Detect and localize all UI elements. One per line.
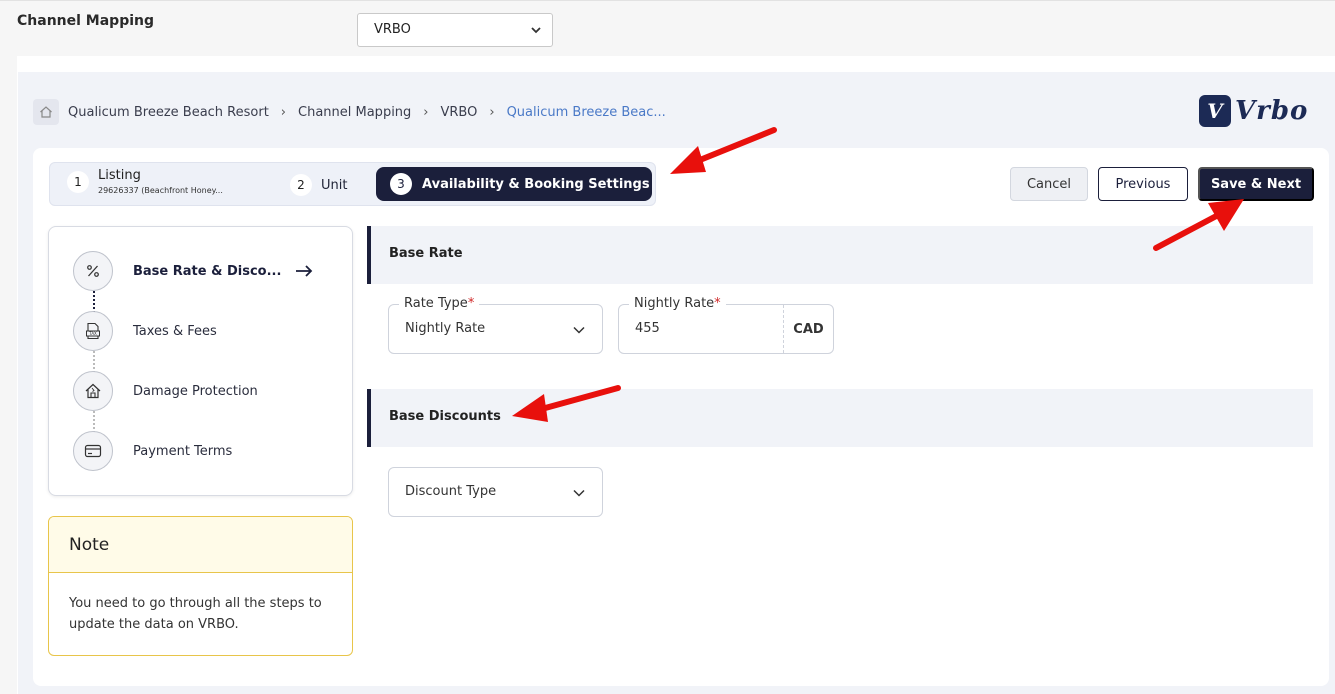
vrbo-logo-mark: V bbox=[1199, 95, 1231, 127]
tax-icon: TAX bbox=[73, 311, 113, 351]
breadcrumb-vrbo[interactable]: VRBO bbox=[441, 105, 478, 120]
step-number: 3 bbox=[390, 173, 412, 195]
step-connector bbox=[93, 411, 95, 433]
annotation-arrow-icon bbox=[1153, 199, 1244, 251]
sidenav-item-label: Taxes & Fees bbox=[133, 323, 217, 339]
cancel-button[interactable]: Cancel bbox=[1010, 167, 1088, 201]
chevron-down-icon bbox=[573, 326, 585, 334]
chevron-down-icon bbox=[573, 489, 585, 497]
rate-type-select[interactable]: Rate Type* Nightly Rate bbox=[388, 296, 603, 354]
step-unit[interactable]: 2 Unit bbox=[290, 174, 347, 196]
step-connector bbox=[93, 291, 95, 313]
step-label: Listing bbox=[98, 168, 141, 183]
breadcrumb: Qualicum Breeze Beach Resort › Channel M… bbox=[33, 98, 666, 126]
percent-icon bbox=[73, 251, 113, 291]
sidenav-item-taxes-fees[interactable]: TAX Taxes & Fees bbox=[73, 311, 217, 351]
breadcrumb-channel-mapping[interactable]: Channel Mapping bbox=[298, 105, 411, 120]
chevron-right-icon: › bbox=[280, 104, 286, 120]
step-connector bbox=[93, 351, 95, 373]
note-title: Note bbox=[49, 517, 352, 573]
discount-type-select[interactable]: Discount Type bbox=[388, 467, 603, 517]
annotation-arrow-icon bbox=[512, 385, 621, 422]
step-listing[interactable]: 1 Listing 29626337 (Beachfront Honey... bbox=[67, 168, 223, 195]
page-title: Channel Mapping bbox=[17, 13, 154, 29]
vrbo-logo: V Vrbo bbox=[1199, 94, 1308, 128]
sidenav-item-base-rate[interactable]: Base Rate & Disco... bbox=[73, 251, 313, 291]
breadcrumb-current: Qualicum Breeze Beac... bbox=[506, 104, 666, 120]
step-label: Unit bbox=[321, 177, 348, 193]
sidenav-item-payment-terms[interactable]: Payment Terms bbox=[73, 431, 232, 471]
channel-select[interactable]: VRBO bbox=[357, 13, 553, 47]
nightly-rate-label: Nightly Rate* bbox=[629, 296, 726, 311]
top-bar: Channel Mapping VRBO bbox=[0, 0, 1335, 56]
home-icon[interactable] bbox=[33, 99, 59, 125]
settings-sidenav: Base Rate & Disco... TAX Taxes & Fees Da… bbox=[48, 226, 353, 496]
vrbo-logo-word: Vrbo bbox=[1235, 96, 1309, 126]
note-box: Note You need to go through all the step… bbox=[48, 516, 353, 656]
step-number: 1 bbox=[67, 170, 89, 193]
breadcrumb-property[interactable]: Qualicum Breeze Beach Resort bbox=[68, 105, 269, 120]
nightly-rate-value: 455 bbox=[635, 321, 660, 336]
channel-select-value: VRBO bbox=[374, 22, 411, 37]
note-text: You need to go through all the steps to … bbox=[69, 596, 322, 632]
currency-suffix: CAD bbox=[783, 305, 833, 353]
arrow-right-icon bbox=[296, 265, 313, 277]
annotation-arrow-icon bbox=[670, 127, 777, 174]
chevron-right-icon: › bbox=[489, 104, 495, 120]
house-icon bbox=[73, 371, 113, 411]
sidenav-item-label: Base Rate & Disco... bbox=[133, 263, 282, 279]
chevron-down-icon bbox=[531, 27, 541, 34]
step-label: Availability & Booking Settings bbox=[422, 176, 650, 192]
rate-type-label: Rate Type* bbox=[399, 296, 480, 311]
stepper: 1 Listing 29626337 (Beachfront Honey... … bbox=[49, 162, 656, 206]
svg-text:TAX: TAX bbox=[88, 331, 97, 336]
step-number: 2 bbox=[290, 174, 312, 196]
sidenav-item-label: Damage Protection bbox=[133, 383, 258, 399]
chevron-right-icon: › bbox=[423, 104, 429, 120]
rate-type-value: Nightly Rate bbox=[405, 321, 486, 336]
sidenav-item-damage-protection[interactable]: Damage Protection bbox=[73, 371, 258, 411]
sidenav-item-label: Payment Terms bbox=[133, 443, 233, 459]
step-availability-booking[interactable]: 3 Availability & Booking Settings bbox=[376, 167, 652, 201]
nightly-rate-input[interactable]: Nightly Rate* 455 CAD bbox=[618, 296, 834, 354]
step-sublabel: 29626337 (Beachfront Honey... bbox=[98, 186, 223, 195]
discount-type-placeholder: Discount Type bbox=[405, 484, 497, 499]
card-icon bbox=[73, 431, 113, 471]
